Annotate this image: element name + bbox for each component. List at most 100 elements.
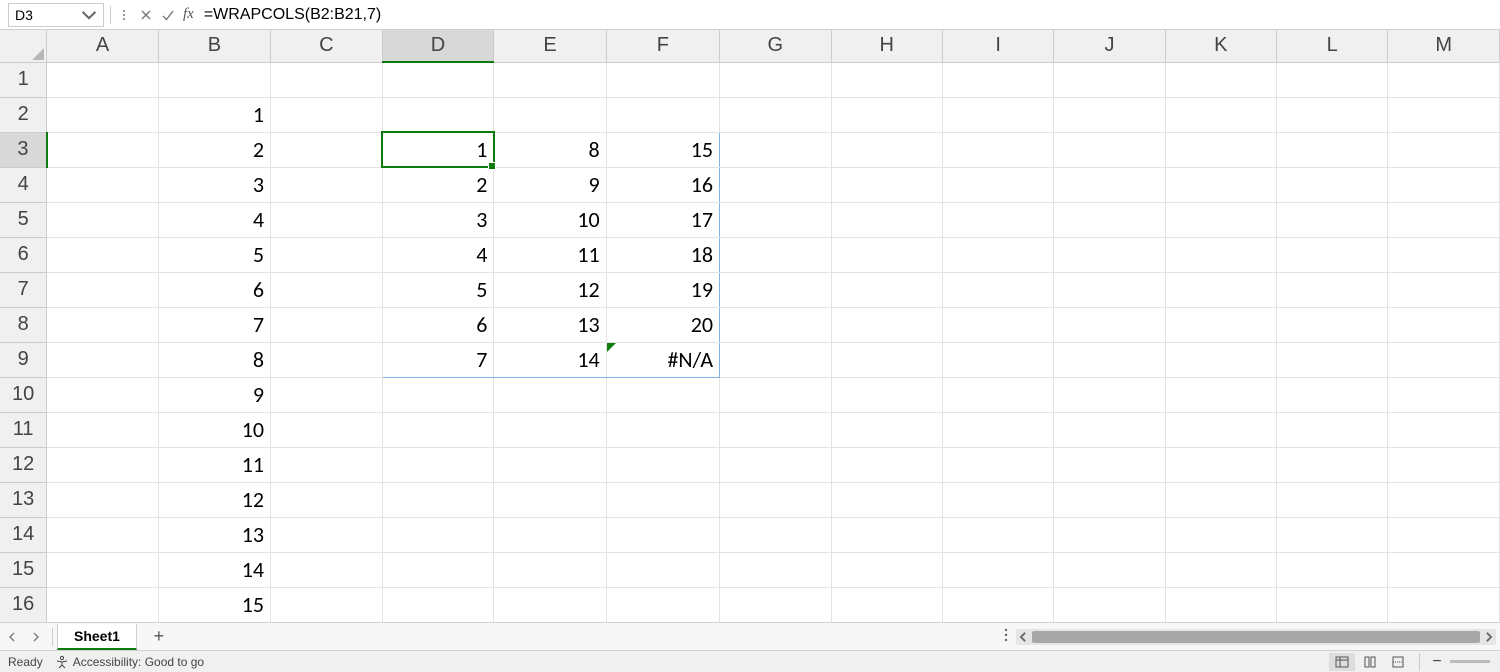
cell-G15[interactable] bbox=[720, 552, 831, 587]
cell-K14[interactable] bbox=[1165, 517, 1276, 552]
cell-M1[interactable] bbox=[1388, 62, 1500, 97]
cell-E8[interactable]: 13 bbox=[494, 307, 606, 342]
cell-G9[interactable] bbox=[720, 342, 831, 377]
col-header-C[interactable]: C bbox=[271, 30, 382, 62]
cell-M3[interactable] bbox=[1388, 132, 1500, 167]
cell-C6[interactable] bbox=[271, 237, 382, 272]
cell-K9[interactable] bbox=[1165, 342, 1276, 377]
row-header-1[interactable]: 1 bbox=[0, 62, 47, 97]
cell-J14[interactable] bbox=[1054, 517, 1165, 552]
cell-F4[interactable]: 16 bbox=[606, 167, 719, 202]
cell-C11[interactable] bbox=[271, 412, 382, 447]
cell-M2[interactable] bbox=[1388, 97, 1500, 132]
cell-E15[interactable] bbox=[494, 552, 606, 587]
cell-M12[interactable] bbox=[1388, 447, 1500, 482]
cell-I8[interactable] bbox=[943, 307, 1054, 342]
cell-M10[interactable] bbox=[1388, 377, 1500, 412]
formula-bar-ellipsis-icon[interactable] bbox=[113, 4, 135, 26]
cell-C8[interactable] bbox=[271, 307, 382, 342]
cell-F7[interactable]: 19 bbox=[606, 272, 719, 307]
row-header-6[interactable]: 6 bbox=[0, 237, 47, 272]
cell-I14[interactable] bbox=[943, 517, 1054, 552]
cell-K11[interactable] bbox=[1165, 412, 1276, 447]
cell-H6[interactable] bbox=[831, 237, 942, 272]
cell-L10[interactable] bbox=[1277, 377, 1388, 412]
cell-D15[interactable] bbox=[382, 552, 494, 587]
cell-E4[interactable]: 9 bbox=[494, 167, 606, 202]
name-box[interactable]: D3 bbox=[8, 3, 104, 27]
col-header-K[interactable]: K bbox=[1165, 30, 1276, 62]
cell-C10[interactable] bbox=[271, 377, 382, 412]
cell-K10[interactable] bbox=[1165, 377, 1276, 412]
cell-K4[interactable] bbox=[1165, 167, 1276, 202]
cell-F5[interactable]: 17 bbox=[606, 202, 719, 237]
cell-F6[interactable]: 18 bbox=[606, 237, 719, 272]
cell-D6[interactable]: 4 bbox=[382, 237, 494, 272]
col-header-A[interactable]: A bbox=[47, 30, 158, 62]
cell-E11[interactable] bbox=[494, 412, 606, 447]
cell-C14[interactable] bbox=[271, 517, 382, 552]
cell-G5[interactable] bbox=[720, 202, 831, 237]
cell-J16[interactable] bbox=[1054, 587, 1165, 622]
cell-F16[interactable] bbox=[606, 587, 719, 622]
horizontal-scrollbar[interactable] bbox=[1016, 629, 1496, 645]
cancel-icon[interactable] bbox=[135, 4, 157, 26]
cell-K15[interactable] bbox=[1165, 552, 1276, 587]
cell-A12[interactable] bbox=[47, 447, 158, 482]
cell-G6[interactable] bbox=[720, 237, 831, 272]
cell-J9[interactable] bbox=[1054, 342, 1165, 377]
cell-M6[interactable] bbox=[1388, 237, 1500, 272]
cell-C5[interactable] bbox=[271, 202, 382, 237]
cell-A1[interactable] bbox=[47, 62, 158, 97]
cell-B12[interactable]: 11 bbox=[158, 447, 270, 482]
cell-I7[interactable] bbox=[943, 272, 1054, 307]
cell-B14[interactable]: 13 bbox=[158, 517, 270, 552]
cell-H1[interactable] bbox=[831, 62, 942, 97]
cell-A15[interactable] bbox=[47, 552, 158, 587]
row-header-13[interactable]: 13 bbox=[0, 482, 47, 517]
cell-B1[interactable] bbox=[158, 62, 270, 97]
cell-F14[interactable] bbox=[606, 517, 719, 552]
cell-H15[interactable] bbox=[831, 552, 942, 587]
cell-H4[interactable] bbox=[831, 167, 942, 202]
cell-H8[interactable] bbox=[831, 307, 942, 342]
cell-E1[interactable] bbox=[494, 62, 606, 97]
cell-D10[interactable] bbox=[382, 377, 494, 412]
cell-J5[interactable] bbox=[1054, 202, 1165, 237]
cell-A13[interactable] bbox=[47, 482, 158, 517]
cell-M9[interactable] bbox=[1388, 342, 1500, 377]
cell-L8[interactable] bbox=[1277, 307, 1388, 342]
cell-H16[interactable] bbox=[831, 587, 942, 622]
cell-I10[interactable] bbox=[943, 377, 1054, 412]
cell-L4[interactable] bbox=[1277, 167, 1388, 202]
cell-G7[interactable] bbox=[720, 272, 831, 307]
cell-E2[interactable] bbox=[494, 97, 606, 132]
cell-H14[interactable] bbox=[831, 517, 942, 552]
cell-J8[interactable] bbox=[1054, 307, 1165, 342]
sheet-tab-sheet1[interactable]: Sheet1 bbox=[57, 624, 137, 650]
cell-L1[interactable] bbox=[1277, 62, 1388, 97]
row-header-8[interactable]: 8 bbox=[0, 307, 47, 342]
cell-L14[interactable] bbox=[1277, 517, 1388, 552]
formula-input[interactable] bbox=[198, 3, 1500, 27]
cell-H5[interactable] bbox=[831, 202, 942, 237]
cell-A3[interactable] bbox=[47, 132, 158, 167]
cell-H9[interactable] bbox=[831, 342, 942, 377]
cell-M8[interactable] bbox=[1388, 307, 1500, 342]
cell-D1[interactable] bbox=[382, 62, 494, 97]
cell-D2[interactable] bbox=[382, 97, 494, 132]
row-header-4[interactable]: 4 bbox=[0, 167, 47, 202]
cell-J13[interactable] bbox=[1054, 482, 1165, 517]
cell-A5[interactable] bbox=[47, 202, 158, 237]
cell-K7[interactable] bbox=[1165, 272, 1276, 307]
cell-A6[interactable] bbox=[47, 237, 158, 272]
cell-D4[interactable]: 2 bbox=[382, 167, 494, 202]
cell-L6[interactable] bbox=[1277, 237, 1388, 272]
row-header-2[interactable]: 2 bbox=[0, 97, 47, 132]
cell-B11[interactable]: 10 bbox=[158, 412, 270, 447]
cell-D12[interactable] bbox=[382, 447, 494, 482]
cell-I12[interactable] bbox=[943, 447, 1054, 482]
cell-H10[interactable] bbox=[831, 377, 942, 412]
cell-A16[interactable] bbox=[47, 587, 158, 622]
cell-B2[interactable]: 1 bbox=[158, 97, 270, 132]
